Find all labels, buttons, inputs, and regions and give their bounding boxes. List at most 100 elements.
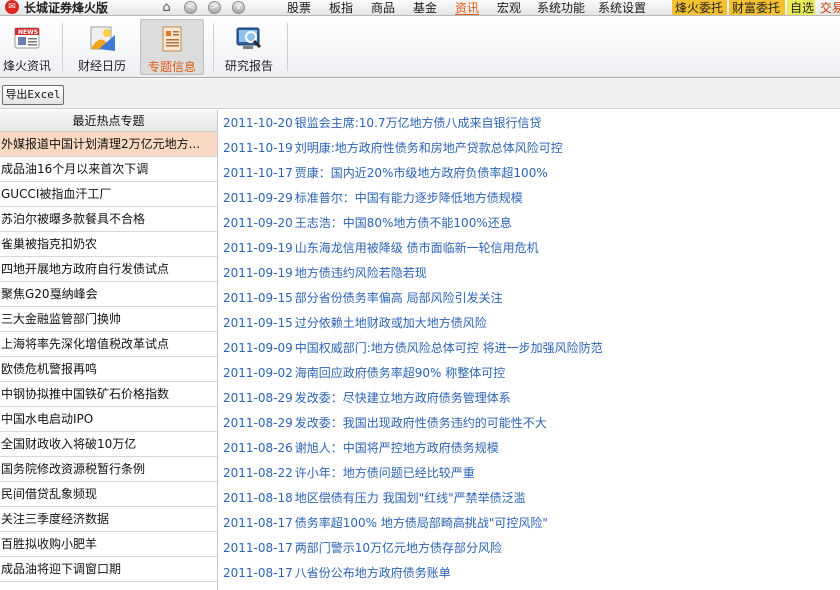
news-date: 2011-09-09 [223,341,293,355]
news-item[interactable]: 2011-08-29 发改委：我国出现政府性债务违约的可能性不大 [223,413,547,433]
news-title: 地区偿债有压力 我国划"红线"严禁举债泛滥 [294,491,526,505]
news-title: 海南回应政府债务率超90% 称整体可控 [294,366,506,380]
news-date: 2011-08-29 [223,416,293,430]
action-bar: 导出Excel [0,79,840,109]
news-title: 银监会主席:10.7万亿地方债八成来自银行信贷 [294,116,542,130]
topic-list-header: 最近热点专题 [0,110,217,132]
news-item[interactable]: 2011-08-29 发改委：尽快建立地方政府债务管理体系 [223,388,511,408]
fenghuo-trade-button[interactable]: 烽火委托 [672,0,727,15]
tool-fenghuo-news[interactable]: NEWS 烽火资讯 [0,19,54,75]
news-item[interactable]: 2011-09-20 王志浩：中国80%地方债不能100%还息 [223,213,512,233]
caifu-trade-button[interactable]: 财富委托 [729,0,785,15]
list-item[interactable]: 成品油将迎下调窗口期 [0,557,217,582]
list-item[interactable]: 三大金融监管部门换帅 [0,307,217,332]
list-item[interactable]: 雀巢被指克扣奶农 [0,232,217,257]
list-item[interactable]: 关注三季度经济数据 [0,507,217,532]
news-title: 发改委：我国出现政府性债务违约的可能性不大 [294,416,547,430]
news-date: 2011-09-15 [223,316,293,330]
forward-icon[interactable]: > [208,1,221,14]
news-title: 山东海龙信用被降级 债市面临新一轮信用危机 [294,241,539,255]
news-item[interactable]: 2011-09-19 地方债违约风险若隐若现 [223,263,427,283]
tool-label: 专题信息 [147,60,196,74]
tool-label: 烽火资讯 [2,59,51,73]
news-date: 2011-10-20 [223,116,293,130]
tool-label: 研究报告 [224,59,273,73]
list-item[interactable]: 外媒报道中国计划清理2万亿元地方... [0,132,217,157]
list-item[interactable]: 四地开展地方政府自行发债试点 [0,257,217,282]
menu-item-funds[interactable]: 基金 [413,0,437,15]
list-item[interactable]: 民间借贷乱象频现 [0,482,217,507]
news-title: 标准普尔：中国有能力逐步降低地方债规模 [294,191,523,205]
list-item[interactable]: 中钢协拟推中国铁矿石价格指数 [0,382,217,407]
news-item[interactable]: 2011-10-17 贾康：国内近20%市级地方政府负债率超100% [223,163,548,183]
title-bar: ✉ 长城证券烽火版 ⌂ < > v 股票 板指 商品 基金 资讯 宏观 系统功能… [0,0,840,16]
menu-item-system-functions[interactable]: 系统功能 [537,0,585,15]
menu-item-commodities[interactable]: 商品 [371,0,395,15]
news-item[interactable]: 2011-08-18 地区偿债有压力 我国划"红线"严禁举债泛滥 [223,488,526,508]
news-title: 过分依赖土地财政或加大地方债风险 [294,316,487,330]
tool-finance-calendar[interactable]: 财经日历 [72,19,132,75]
news-date: 2011-10-19 [223,141,293,155]
news-title: 贾康：国内近20%市级地方政府负债率超100% [294,166,548,180]
news-title: 债务率超100% 地方债局部畸高挑战"可控风险" [294,516,548,530]
topic-icon [162,26,182,52]
export-excel-button[interactable]: 导出Excel [2,85,64,105]
toolbar: NEWS 烽火资讯 财经日历 专题信息 研究报告 [0,17,840,78]
news-list-panel: 2011-10-20 银监会主席:10.7万亿地方债八成来自银行信贷 2011-1… [219,110,840,590]
toolbar-divider [213,23,214,71]
home-icon[interactable]: ⌂ [160,1,173,14]
list-item[interactable]: 上海将率先深化增值税改革试点 [0,332,217,357]
news-item[interactable]: 2011-08-17 两部门警示10万亿元地方债存部分风险 [223,538,502,558]
list-item[interactable]: 聚焦G20戛纳峰会 [0,282,217,307]
news-title: 刘明康:地方政府性债务和房地产贷款总体风险可控 [294,141,563,155]
news-item[interactable]: 2011-09-19 山东海龙信用被降级 债市面临新一轮信用危机 [223,238,539,258]
news-title: 部分省份债务率偏高 局部风险引发关注 [294,291,503,305]
news-item[interactable]: 2011-09-15 部分省份债务率偏高 局部风险引发关注 [223,288,503,308]
news-item[interactable]: 2011-08-26 谢旭人：中国将严控地方政府债务规模 [223,438,499,458]
trade-button[interactable]: 交易 [817,0,840,15]
news-date: 2011-08-22 [223,466,293,480]
list-item[interactable]: 中国水电启动IPO [0,407,217,432]
app-logo-icon: ✉ [5,0,19,14]
menu-item-system-settings[interactable]: 系统设置 [598,0,646,15]
list-item[interactable]: 欧债危机警报再鸣 [0,357,217,382]
news-date: 2011-08-17 [223,516,293,530]
menu-item-indices[interactable]: 板指 [329,0,353,15]
topic-list-panel: 最近热点专题 外媒报道中国计划清理2万亿元地方... 成品油16个月以来首次下调… [0,110,218,590]
news-item[interactable]: 2011-09-02 海南回应政府债务率超90% 称整体可控 [223,363,505,383]
menu-item-macro[interactable]: 宏观 [497,0,521,15]
tool-research-report[interactable]: 研究报告 [220,19,278,75]
news-item[interactable]: 2011-09-29 标准普尔：中国有能力逐步降低地方债规模 [223,188,523,208]
watchlist-button[interactable]: 自选 [787,0,815,15]
menu-item-stocks[interactable]: 股票 [287,0,311,15]
news-title: 许小年：地方债问题已经比较严重 [294,466,475,480]
list-item[interactable]: GUCCI被指血汗工厂 [0,182,217,207]
news-item[interactable]: 2011-10-20 银监会主席:10.7万亿地方债八成来自银行信贷 [223,113,542,133]
news-item[interactable]: 2011-08-17 八省份公布地方政府债务账单 [223,563,451,583]
news-date: 2011-09-15 [223,291,293,305]
news-title: 两部门警示10万亿元地方债存部分风险 [294,541,503,555]
news-item[interactable]: 2011-08-17 债务率超100% 地方债局部畸高挑战"可控风险" [223,513,548,533]
calendar-icon [90,26,115,51]
news-item[interactable]: 2011-09-15 过分依赖土地财政或加大地方债风险 [223,313,487,333]
list-item[interactable]: 成品油16个月以来首次下调 [0,157,217,182]
news-item[interactable]: 2011-09-09 中国权威部门:地方债风险总体可控 将进一步加强风险防范 [223,338,603,358]
list-item[interactable]: 国务院修改资源税暂行条例 [0,457,217,482]
app-title: 长城证券烽火版 [24,1,109,15]
menu-item-news[interactable]: 资讯 [455,0,480,15]
news-item[interactable]: 2011-10-19 刘明康:地方政府性债务和房地产贷款总体风险可控 [223,138,563,158]
tool-topic-info[interactable]: 专题信息 [140,19,204,75]
toolbar-divider [287,23,288,71]
news-date: 2011-08-26 [223,441,293,455]
tool-label: 财经日历 [77,59,126,73]
back-icon[interactable]: < [184,1,197,14]
news-title: 王志浩：中国80%地方债不能100%还息 [294,216,512,230]
list-item[interactable]: 百胜拟收购小肥羊 [0,532,217,557]
news-date: 2011-09-20 [223,216,293,230]
news-item[interactable]: 2011-08-22 许小年：地方债问题已经比较严重 [223,463,475,483]
list-item[interactable]: 全国财政收入将破10万亿 [0,432,217,457]
list-item[interactable]: 苏泊尔被曝多款餐具不合格 [0,207,217,232]
dropdown-icon[interactable]: v [232,1,245,14]
news-date: 2011-09-19 [223,266,293,280]
news-date: 2011-08-29 [223,391,293,405]
